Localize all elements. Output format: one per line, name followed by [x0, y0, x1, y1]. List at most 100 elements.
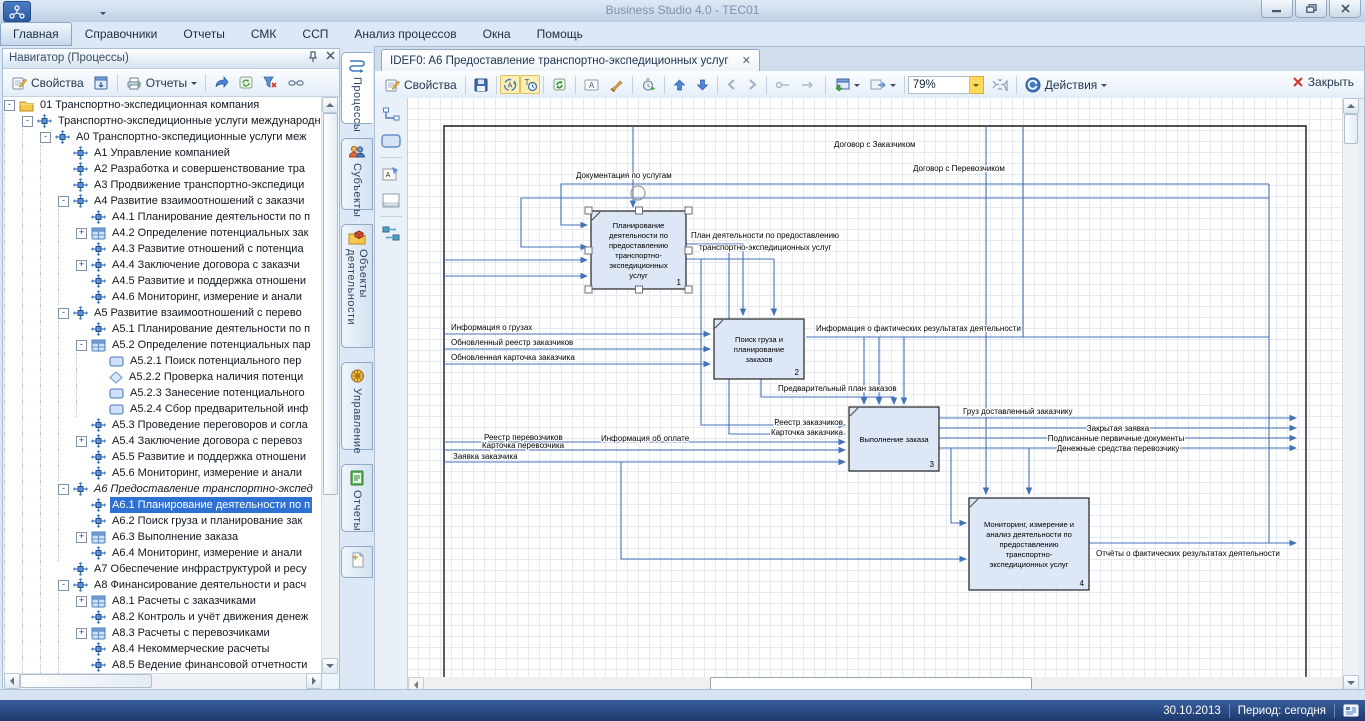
- selection-handle[interactable]: [685, 286, 692, 293]
- selection-handle[interactable]: [685, 247, 692, 254]
- text-settings-button[interactable]: A: [579, 76, 604, 94]
- nav-goto-button[interactable]: [209, 74, 234, 91]
- selection-handle[interactable]: [585, 286, 592, 293]
- idef0-block-4[interactable]: Мониторинг, измерение ианализ деятельнос…: [969, 498, 1089, 590]
- menu-tab-Справочники[interactable]: Справочники: [72, 22, 171, 45]
- reload-diagram-button[interactable]: [547, 75, 572, 94]
- minimize-button[interactable]: [1261, 0, 1293, 18]
- tree-item[interactable]: А5.6 Мониторинг, измерение и анали: [4, 465, 322, 481]
- tree-item[interactable]: А6.2 Поиск груза и планирование зак: [4, 513, 322, 529]
- tree-item[interactable]: -А0 Транспортно-экспедиционные услуги ме…: [4, 129, 322, 145]
- diagram-canvas[interactable]: Планированиедеятельности попредоставлени…: [408, 98, 1342, 677]
- text-image-tool[interactable]: A: [379, 162, 403, 186]
- menu-tab-Окна[interactable]: Окна: [470, 22, 524, 45]
- arrow-label[interactable]: Договор с Перевозчиком: [913, 164, 1005, 173]
- arrow-label[interactable]: Информация об оплате: [601, 434, 690, 443]
- side-tab-Процессы[interactable]: Процессы: [341, 52, 373, 124]
- arrow-label[interactable]: Подписанные первичные документы: [1048, 434, 1185, 443]
- side-tab-new-diagram[interactable]: [341, 546, 373, 578]
- tree-expander[interactable]: -: [58, 308, 69, 319]
- arrow-label[interactable]: Закрытая заявка: [1087, 424, 1150, 433]
- canvas-vertical-scrollbar[interactable]: [1342, 98, 1358, 691]
- tree-item[interactable]: +А6.3 Выполнение заказа: [4, 529, 322, 545]
- tree-item[interactable]: -01 Транспортно-экспедиционная компания: [4, 97, 322, 113]
- tree-expander[interactable]: -: [22, 116, 33, 127]
- tab-close-icon[interactable]: ✕: [742, 55, 751, 67]
- menu-tab-Анализ процессов[interactable]: Анализ процессов: [341, 22, 469, 45]
- side-tab-Объекты деятельности[interactable]: Объекты деятельности: [341, 224, 373, 348]
- tree-expander[interactable]: +: [76, 596, 87, 607]
- tree-expander[interactable]: +: [76, 628, 87, 639]
- go-parent-button[interactable]: [770, 78, 796, 92]
- flow-arrow[interactable]: [686, 259, 774, 315]
- tree-item[interactable]: +А8.3 Расчеты с перевозчиками: [4, 625, 322, 641]
- tree-item[interactable]: А8.5 Ведение финансовой отчетности: [4, 657, 322, 673]
- selection-handle[interactable]: [685, 207, 692, 214]
- selection-handle[interactable]: [636, 286, 643, 293]
- tree-item[interactable]: А3 Продвижение транспортно-экспедици: [4, 177, 322, 193]
- tree-expander[interactable]: +: [76, 532, 87, 543]
- tree-item[interactable]: А5.1 Планирование деятельности по п: [4, 321, 322, 337]
- tree-item[interactable]: А5.2.2 Проверка наличия потенци: [4, 369, 322, 385]
- connector-tool[interactable]: [379, 103, 403, 127]
- tree-expander[interactable]: -: [40, 132, 51, 143]
- arrow-label[interactable]: Реестр заказчиков: [774, 418, 843, 427]
- arrow-label[interactable]: Договор с Заказчиком: [834, 140, 916, 149]
- arrow-label[interactable]: Информация о фактических результатах дея…: [816, 324, 1021, 333]
- flow-arrow[interactable]: [686, 244, 743, 315]
- arrow-label[interactable]: Обновленный реестр заказчиков: [451, 338, 573, 347]
- tree-horizontal-scrollbar[interactable]: [4, 673, 322, 688]
- close-diagram-button[interactable]: Закрыть: [1292, 75, 1354, 89]
- zoom-level-input[interactable]: 79%: [908, 76, 970, 94]
- tree-expander[interactable]: +: [76, 436, 87, 447]
- idef0-block-3[interactable]: Выполнение заказа3: [849, 407, 939, 471]
- nav-refresh-button[interactable]: [234, 74, 258, 91]
- zoom-dropdown-button[interactable]: [970, 76, 984, 94]
- arrow-label[interactable]: Денежные средства перевозчику: [1057, 444, 1180, 453]
- tree-vertical-scrollbar[interactable]: [321, 97, 338, 674]
- window-mode-button[interactable]: [829, 76, 865, 94]
- selection-handle[interactable]: [585, 207, 592, 214]
- arrow-label[interactable]: Заявка заказчика: [453, 452, 518, 461]
- export-diagram-button[interactable]: [865, 76, 901, 94]
- tree-expander[interactable]: -: [4, 100, 15, 111]
- forward-button[interactable]: [742, 77, 763, 92]
- menu-tab-Главная[interactable]: Главная: [0, 22, 72, 46]
- tree-item[interactable]: -А5.2 Определение потенциальных пар: [4, 337, 322, 353]
- show-time-toggle[interactable]: T: [520, 75, 540, 94]
- block-tool[interactable]: [379, 129, 403, 153]
- arrow-label[interactable]: План деятельности по предоставлению: [691, 231, 839, 240]
- tree-item[interactable]: А4.5 Развитие и поддержка отношени: [4, 273, 322, 289]
- close-panel-icon[interactable]: [326, 51, 335, 62]
- tree-expander[interactable]: -: [76, 340, 87, 351]
- arrow-label[interactable]: транспортно-экспедиционных услуг: [699, 243, 832, 252]
- tree-item[interactable]: А6.4 Мониторинг, измерение и анали: [4, 545, 322, 561]
- tree-expander[interactable]: -: [58, 484, 69, 495]
- actions-button[interactable]: Действия: [1020, 75, 1113, 95]
- menu-tab-ССП[interactable]: ССП: [289, 22, 341, 45]
- restore-button[interactable]: [1295, 0, 1327, 18]
- flow-arrow[interactable]: [951, 448, 966, 523]
- idef0-block-2[interactable]: Поиск груза ипланированиезаказов2: [714, 319, 804, 379]
- tree-item[interactable]: А1 Управление компанией: [4, 145, 322, 161]
- move-down-button[interactable]: [691, 77, 714, 93]
- tree-item[interactable]: А5.2.3 Занесение потенциального: [4, 385, 322, 401]
- side-tab-Отчеты[interactable]: Отчеты: [341, 464, 373, 532]
- interface-tool[interactable]: [379, 221, 403, 245]
- arrow-label[interactable]: Отчёты о фактических результатах деятель…: [1096, 549, 1280, 558]
- tree-expander[interactable]: +: [76, 260, 87, 271]
- arrow-label[interactable]: Карточка заказчика: [771, 428, 844, 437]
- tree-item[interactable]: А5.2.4 Сбор предварительной инф: [4, 401, 322, 417]
- flow-arrow[interactable]: [621, 462, 966, 559]
- fit-page-button[interactable]: [987, 76, 1013, 93]
- tree-item[interactable]: А4.1 Планирование деятельности по п: [4, 209, 322, 225]
- tree-item[interactable]: А4.6 Мониторинг, измерение и анали: [4, 289, 322, 305]
- nav-filter-clear-button[interactable]: [258, 74, 283, 91]
- tree-item[interactable]: -А4 Развитие взаимоотношений с заказчи: [4, 193, 322, 209]
- tree-item[interactable]: А5.3 Проведение переговоров и согла: [4, 417, 322, 433]
- arrow-label[interactable]: Обновленная карточка заказчика: [451, 353, 575, 362]
- back-button[interactable]: [721, 77, 742, 92]
- arrow-label[interactable]: Груз доставленный заказчику: [963, 407, 1073, 416]
- menu-tab-СМК[interactable]: СМК: [238, 22, 290, 45]
- side-tab-Управление[interactable]: Управление: [341, 362, 373, 450]
